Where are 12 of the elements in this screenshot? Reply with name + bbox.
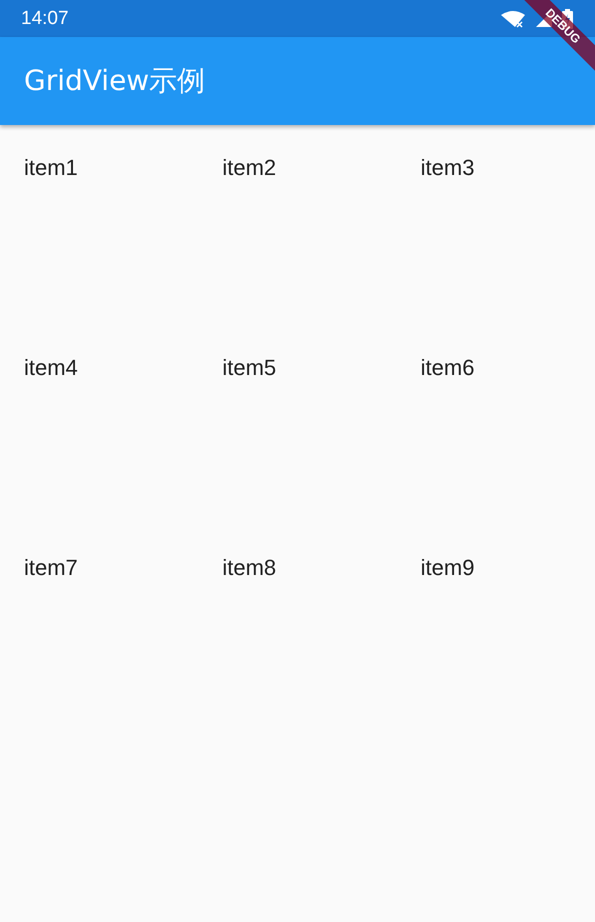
grid-item: item9 (420, 555, 474, 581)
grid-item: item3 (420, 155, 474, 181)
wifi-icon (500, 10, 526, 28)
grid-item: item7 (24, 555, 78, 581)
grid-item: item4 (24, 355, 78, 381)
status-time: 14:07 (21, 8, 70, 30)
grid-item: item2 (222, 155, 276, 181)
grid-item: item8 (222, 555, 276, 581)
grid-item: item6 (420, 355, 474, 381)
app-bar-title: GridView示例 (24, 63, 206, 99)
grid-item: item5 (222, 355, 276, 381)
grid-item: item1 (24, 155, 78, 181)
